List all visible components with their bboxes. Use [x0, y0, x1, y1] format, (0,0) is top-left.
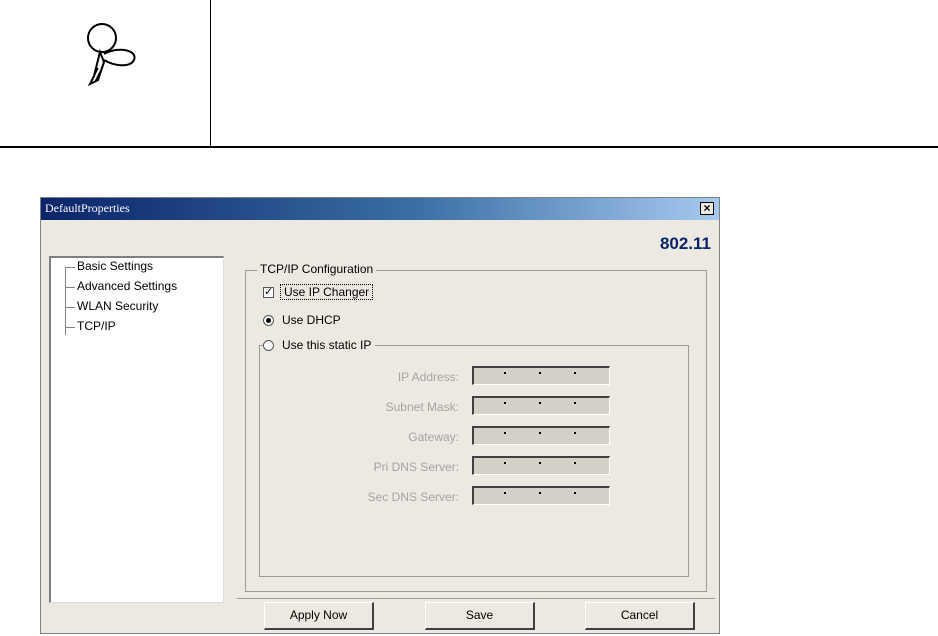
ip-address-input[interactable] — [472, 366, 610, 385]
apply-now-button[interactable]: Apply Now — [264, 602, 374, 630]
settings-tree: Basic Settings Advanced Settings WLAN Se… — [49, 256, 224, 603]
note-bottom-rule — [0, 146, 938, 148]
sec-dns-label: Sec DNS Server: — [367, 490, 459, 504]
properties-dialog: DefaultProperties × 802.11 Basic Setting… — [40, 197, 720, 634]
use-ip-changer-checkbox[interactable]: ✓ Use IP Changer — [263, 284, 374, 300]
use-static-ip-label: Use this static IP — [282, 338, 372, 352]
tree-item-basic-settings[interactable]: Basic Settings — [65, 259, 153, 273]
tcpip-config-label: TCP/IP Configuration — [257, 262, 377, 276]
title-bar[interactable]: DefaultProperties × — [41, 198, 719, 220]
checkbox-checked-icon[interactable]: ✓ — [263, 286, 274, 298]
sec-dns-input[interactable] — [472, 486, 610, 505]
subnet-mask-input[interactable] — [472, 396, 610, 415]
button-divider — [237, 598, 715, 599]
ip-address-label: IP Address: — [397, 370, 459, 384]
magnifier-icon — [87, 23, 136, 87]
radio-selected-icon[interactable] — [263, 314, 274, 326]
note-body — [212, 0, 938, 146]
brand-label: 802.11 — [659, 234, 711, 253]
pri-dns-input[interactable] — [472, 456, 610, 475]
use-dhcp-radio[interactable]: Use DHCP — [263, 313, 345, 327]
tree-item-tcpip[interactable]: TCP/IP — [65, 319, 116, 333]
gateway-label: Gateway: — [408, 430, 459, 444]
radio-unselected-icon[interactable] — [263, 339, 274, 351]
use-static-ip-radio[interactable]: Use this static IP — [263, 338, 376, 352]
close-icon[interactable]: × — [700, 202, 714, 215]
subnet-mask-label: Subnet Mask: — [385, 400, 459, 414]
use-dhcp-label: Use DHCP — [282, 313, 341, 327]
note-icon-cell — [0, 0, 211, 146]
use-ip-changer-label: Use IP Changer — [280, 284, 374, 300]
tree-item-advanced-settings[interactable]: Advanced Settings — [65, 279, 177, 293]
gateway-input[interactable] — [472, 426, 610, 445]
window-title: DefaultProperties — [45, 201, 130, 215]
cancel-button[interactable]: Cancel — [585, 602, 695, 630]
save-button[interactable]: Save — [425, 602, 535, 630]
pri-dns-label: Pri DNS Server: — [373, 460, 459, 474]
tree-item-wlan-security[interactable]: WLAN Security — [65, 299, 158, 313]
